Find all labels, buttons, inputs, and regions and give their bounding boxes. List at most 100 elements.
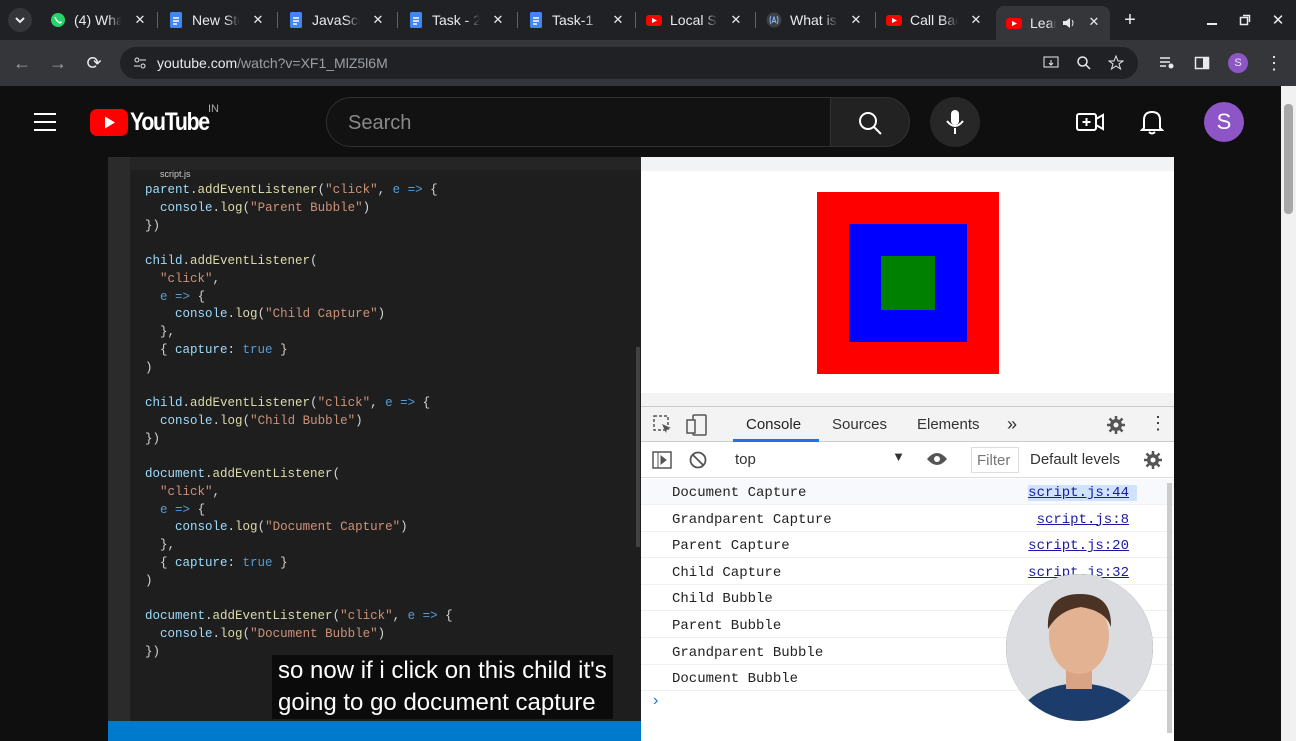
create-video-icon [1076, 113, 1104, 131]
editor-tabs [130, 157, 641, 170]
code-line: { capture: true } [145, 555, 288, 570]
bookmark-star-icon[interactable] [1108, 55, 1124, 71]
log-source-link[interactable]: script.js:44 [1028, 485, 1137, 501]
close-tab-icon[interactable]: ✕ [1086, 14, 1102, 30]
code-line: e => { [160, 502, 206, 517]
tab-separator [875, 12, 876, 28]
code-line: console.log("Parent Bubble") [160, 200, 371, 215]
console-prompt-icon[interactable]: › [653, 692, 658, 710]
close-tab-icon[interactable]: ✕ [490, 12, 506, 28]
close-window-button[interactable]: ✕ [1266, 8, 1290, 32]
side-panel-button[interactable] [1190, 51, 1214, 75]
console-log-row: Grandparent Capture script.js:8 [641, 506, 1174, 532]
site-icon [766, 12, 782, 28]
restore-button[interactable] [1233, 8, 1257, 32]
voice-search-button[interactable] [930, 97, 980, 147]
tab-3[interactable]: Task - 2 ✕ [402, 4, 514, 36]
tab-separator [517, 12, 518, 28]
close-tab-icon[interactable]: ✕ [370, 12, 386, 28]
hamburger-menu-button[interactable] [29, 106, 61, 138]
tab-7[interactable]: Call Back ✕ [880, 4, 992, 36]
account-avatar[interactable]: S [1204, 102, 1244, 142]
child-box[interactable] [881, 256, 935, 310]
tab-sources[interactable]: Sources [832, 416, 887, 433]
activity-bar [108, 157, 130, 741]
log-message: Grandparent Bubble [672, 644, 824, 661]
create-button[interactable] [1075, 108, 1105, 136]
tab-active[interactable]: Learn ✕ [996, 6, 1110, 40]
docs-icon [290, 12, 302, 28]
devtools-titlebar [641, 393, 1174, 407]
speaker-icon[interactable] [1062, 16, 1076, 30]
tab-1[interactable]: New Story ✕ [162, 4, 274, 36]
close-tab-icon[interactable]: ✕ [848, 12, 864, 28]
youtube-icon [1006, 18, 1022, 29]
tab-4[interactable]: Task-1 ✕ [522, 4, 634, 36]
notifications-button[interactable] [1138, 108, 1166, 136]
tab-elements[interactable]: Elements [917, 416, 980, 433]
log-message: Parent Capture [672, 538, 790, 555]
youtube-icon [646, 15, 662, 26]
tab-strip: Learn ✕ + ✕ (4) WhatsApp✕New Story✕JavaS… [0, 0, 1296, 40]
code-line: { capture: true } [145, 342, 288, 357]
device-toolbar-icon[interactable] [686, 414, 708, 436]
tab-label: Task - 2 [432, 12, 480, 28]
youtube-logo[interactable]: YouTube IN [90, 103, 223, 136]
demo-address-bar [641, 157, 1174, 171]
forward-button[interactable]: → [46, 51, 70, 75]
profile-button[interactable]: S [1228, 53, 1248, 73]
tab-console[interactable]: Console [746, 416, 801, 433]
tab-6[interactable]: What is ✕ [760, 4, 872, 36]
close-tab-icon[interactable]: ✕ [728, 12, 744, 28]
search-input[interactable]: Search [326, 97, 831, 147]
tab-separator [397, 12, 398, 28]
filter-input[interactable]: Filter [971, 447, 1019, 473]
youtube-logo-text: YouTube [130, 107, 210, 136]
docs-icon [530, 12, 542, 28]
tab-search-button[interactable] [8, 8, 32, 32]
clear-console-icon[interactable] [689, 451, 707, 469]
tab-label: Learn [1030, 15, 1056, 31]
close-tab-icon[interactable]: ✕ [610, 12, 626, 28]
toolbar: ← → ⟳ youtube.com/watch?v=XF1_MlZ5l6M S … [0, 40, 1296, 86]
close-tab-icon[interactable]: ✕ [968, 12, 984, 28]
tab-2[interactable]: JavaScript ✕ [282, 4, 394, 36]
url-path: /watch?v=XF1_MlZ5l6M [237, 55, 388, 71]
settings-gear-icon[interactable] [1106, 415, 1126, 435]
sidebar-toggle-icon[interactable] [652, 451, 672, 469]
context-value: top [735, 451, 756, 468]
code-line: }) [145, 431, 161, 446]
code-line: document.addEventListener( [145, 467, 341, 481]
minimize-button[interactable] [1200, 8, 1224, 32]
new-tab-button[interactable]: + [1118, 8, 1142, 32]
youtube-icon [886, 15, 902, 26]
context-select[interactable]: top ▼ [725, 448, 905, 472]
close-tab-icon[interactable]: ✕ [250, 12, 266, 28]
tab-0[interactable]: (4) WhatsApp ✕ [44, 4, 156, 36]
address-bar[interactable]: youtube.com/watch?v=XF1_MlZ5l6M [120, 47, 1138, 79]
url-host: youtube.com [157, 55, 238, 71]
more-tabs-icon[interactable]: » [1007, 414, 1017, 435]
page-scrollbar[interactable] [1281, 86, 1296, 741]
menu-button[interactable]: ⋮ [1262, 51, 1286, 75]
tab-5[interactable]: Local Storage ✕ [640, 4, 752, 36]
console-toolbar: top ▼ Filter Default levels [641, 442, 1174, 478]
search-button[interactable] [830, 97, 910, 147]
media-control-button[interactable] [1155, 51, 1179, 75]
zoom-icon[interactable] [1076, 55, 1092, 71]
console-settings-icon[interactable] [1143, 450, 1163, 470]
reload-button[interactable]: ⟳ [82, 51, 106, 75]
eye-icon[interactable] [926, 452, 948, 466]
close-tab-icon[interactable]: ✕ [132, 12, 148, 28]
log-source-link[interactable]: script.js:8 [1037, 512, 1129, 528]
site-info-icon[interactable] [132, 55, 148, 71]
log-source-link[interactable]: script.js:20 [1028, 538, 1129, 554]
devtools-menu-icon[interactable]: ⋮ [1149, 413, 1167, 434]
scrollbar-thumb[interactable] [1284, 104, 1293, 214]
install-icon[interactable] [1043, 55, 1059, 71]
back-button[interactable]: ← [10, 51, 34, 75]
log-levels-dropdown[interactable]: Default levels [1030, 451, 1133, 468]
inspect-icon[interactable] [653, 415, 673, 435]
